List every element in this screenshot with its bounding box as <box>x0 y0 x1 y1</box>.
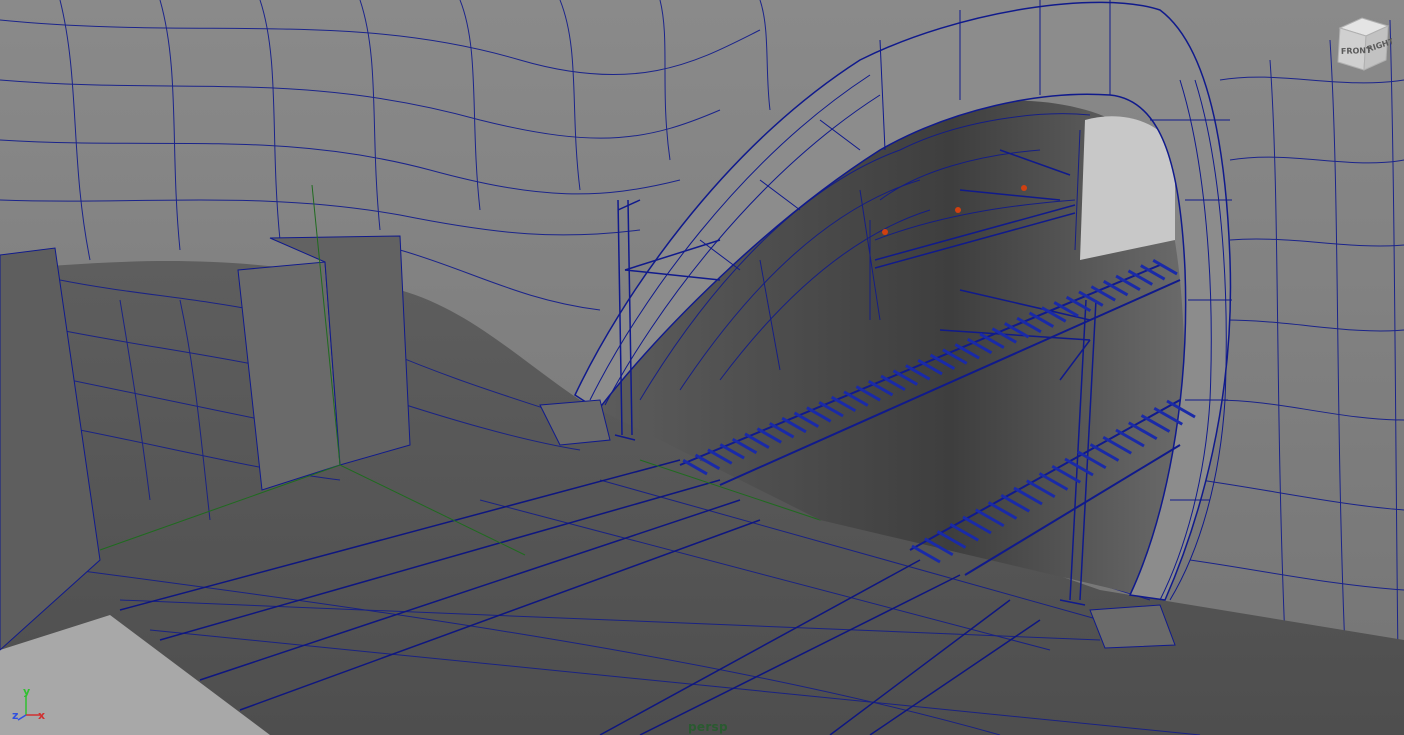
camera-name-label: persp <box>688 720 728 734</box>
tunnel-exit <box>1080 116 1175 260</box>
axis-x-label: x <box>38 709 45 722</box>
maya-viewport[interactable]: FRONT RIGHT y x z persp <box>0 0 1404 735</box>
scene-wireframe[interactable] <box>0 0 1404 735</box>
viewcube[interactable]: FRONT RIGHT <box>1332 16 1392 74</box>
axis-y-label: y <box>23 689 30 698</box>
axis-indicator: y x z <box>12 689 45 722</box>
axis-z-label: z <box>12 709 18 722</box>
